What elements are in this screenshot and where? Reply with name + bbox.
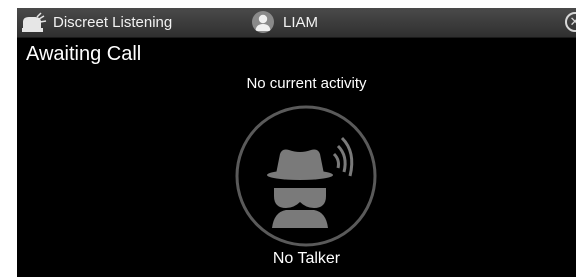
discreet-listening-window: Discreet Listening LIAM ✕ Awaiting Call …	[17, 8, 576, 277]
incognito-listener-icon	[235, 105, 377, 247]
close-icon: ✕	[569, 14, 576, 29]
close-button[interactable]: ✕	[565, 12, 576, 32]
title-bar: Discreet Listening LIAM ✕	[17, 8, 576, 38]
app-title: Discreet Listening	[53, 14, 173, 31]
activity-status-text: No current activity	[246, 75, 367, 92]
talker-status-text: No Talker	[272, 250, 341, 267]
call-status-title: Awaiting Call	[26, 43, 142, 65]
user-avatar-icon	[252, 11, 274, 33]
headset-speaker-icon	[22, 12, 47, 32]
user-name: LIAM	[283, 14, 319, 31]
